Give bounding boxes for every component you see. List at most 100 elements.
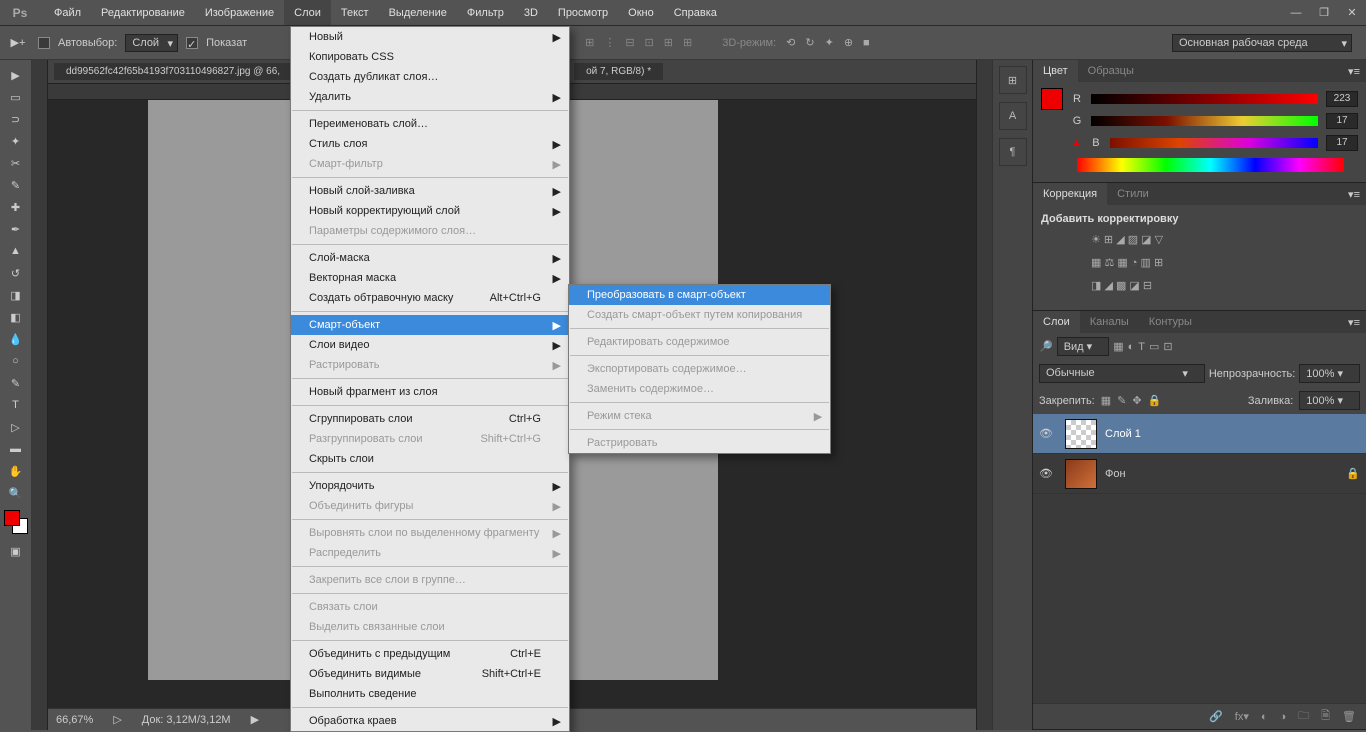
delete-icon[interactable]: 🗑 [1342, 710, 1356, 723]
color-tab[interactable]: Цвет [1033, 60, 1078, 82]
panel-menu-icon[interactable]: ▾≡ [1342, 316, 1366, 329]
menu-item[interactable]: Обработка краев▶ [291, 711, 569, 731]
menu-item[interactable]: Скрыть слои [291, 449, 569, 469]
show-checkbox[interactable]: ✓ [186, 37, 198, 49]
move-tool[interactable]: ▶ [2, 64, 30, 86]
layer-row[interactable]: 👁 Фон 🔒 [1033, 454, 1366, 494]
menu-item[interactable]: Сгруппировать слоиCtrl+G [291, 409, 569, 429]
menu-window[interactable]: Окно [618, 0, 664, 25]
hue-strip[interactable] [1077, 158, 1344, 172]
lock-trans-icon[interactable]: ▦ [1101, 394, 1111, 407]
menu-item[interactable]: Переименовать слой… [291, 114, 569, 134]
document-tab[interactable]: dd99562fc42f65b4193f703110496827.jpg @ 6… [54, 63, 292, 80]
menu-item[interactable]: Новый фрагмент из слоя [291, 382, 569, 402]
history-brush-tool[interactable]: ↺ [2, 262, 30, 284]
new-layer-icon[interactable]: 🗎 [1321, 707, 1330, 726]
maximize-button[interactable]: ❐ [1310, 0, 1338, 25]
para-icon[interactable]: ¶ [999, 138, 1027, 166]
eraser-tool[interactable]: ◨ [2, 284, 30, 306]
b-value[interactable]: 17 [1326, 135, 1358, 151]
adjust-row1[interactable]: ☀ ⊞ ◢ ▨ ◪ ▽ [1041, 233, 1358, 246]
menu-help[interactable]: Справка [664, 0, 727, 25]
autoselect-checkbox[interactable] [38, 37, 50, 49]
adjust-layer-icon[interactable]: ◑ [1280, 711, 1287, 723]
gradient-tool[interactable]: ◧ [2, 306, 30, 328]
fill-value[interactable]: 100% ▾ [1299, 391, 1360, 410]
menu-item[interactable]: Новый слой-заливка▶ [291, 181, 569, 201]
lock-pos-icon[interactable]: ✥ [1132, 394, 1141, 407]
filter-smart-icon[interactable]: ⊡ [1163, 340, 1172, 353]
g-slider[interactable] [1091, 116, 1318, 126]
menu-view[interactable]: Просмотр [548, 0, 618, 25]
visibility-icon[interactable]: 👁 [1039, 467, 1057, 480]
layer-name[interactable]: Фон [1105, 468, 1126, 480]
styles-tab[interactable]: Стили [1107, 183, 1159, 205]
lock-all-icon[interactable]: 🔒 [1148, 394, 1162, 407]
filter-shape-icon[interactable]: ▭ [1149, 340, 1159, 353]
menu-item[interactable]: Стиль слоя▶ [291, 134, 569, 154]
layer-filter[interactable]: Вид ▾ [1057, 337, 1109, 356]
paths-tab[interactable]: Контуры [1139, 311, 1202, 333]
menu-text[interactable]: Текст [331, 0, 379, 25]
mask-icon[interactable]: ◐ [1261, 711, 1268, 723]
scrollbar-v[interactable] [976, 60, 992, 730]
dodge-tool[interactable]: ○ [2, 350, 30, 372]
minimize-button[interactable]: — [1282, 0, 1310, 25]
menu-3d[interactable]: 3D [514, 0, 548, 25]
panel-menu-icon[interactable]: ▾≡ [1342, 188, 1366, 201]
menu-item[interactable]: Слой-маска▶ [291, 248, 569, 268]
menu-item[interactable]: Смарт-объект▶ [291, 315, 569, 335]
group-icon[interactable]: 🗀 [1298, 707, 1309, 726]
zoom-tool[interactable]: 🔍 [2, 482, 30, 504]
menu-item[interactable]: Удалить▶ [291, 87, 569, 107]
filter-adjust-icon[interactable]: ◐ [1128, 341, 1135, 353]
link-icon[interactable]: 🔗 [1209, 710, 1223, 723]
workspace-select[interactable]: Основная рабочая среда ▾ [1172, 34, 1352, 52]
close-button[interactable]: ✕ [1338, 0, 1366, 25]
menu-select[interactable]: Выделение [379, 0, 457, 25]
menu-item[interactable]: Выполнить сведение [291, 684, 569, 704]
type-tool[interactable]: T [2, 394, 30, 416]
menu-file[interactable]: Файл [44, 0, 91, 25]
menu-item[interactable]: Создать обтравочную маскуAlt+Ctrl+G [291, 288, 569, 308]
path-tool[interactable]: ▷ [2, 416, 30, 438]
menu-item[interactable]: Слои видео▶ [291, 335, 569, 355]
channels-tab[interactable]: Каналы [1080, 311, 1139, 333]
heal-tool[interactable]: ✚ [2, 196, 30, 218]
menu-item[interactable]: Преобразовать в смарт-объект [569, 285, 830, 305]
layer-thumbnail[interactable] [1065, 419, 1097, 449]
adjust-row3[interactable]: ◨ ◢ ▩ ◪ ⊟ [1041, 279, 1358, 292]
history-icon[interactable]: ⊞ [999, 66, 1027, 94]
lasso-tool[interactable]: ⊃ [2, 108, 30, 130]
color-preview[interactable] [1041, 88, 1063, 110]
menu-item[interactable]: Создать дубликат слоя… [291, 67, 569, 87]
layer-thumbnail[interactable] [1065, 459, 1097, 489]
adjust-row2[interactable]: ▦ ⚖ ▦ ◔ ▥ ⊞ [1041, 256, 1358, 269]
wand-tool[interactable]: ✦ [2, 130, 30, 152]
lock-pixel-icon[interactable]: ✎ [1117, 394, 1126, 407]
r-slider[interactable] [1091, 94, 1318, 104]
visibility-icon[interactable]: 👁 [1039, 427, 1057, 440]
autoselect-select[interactable]: Слой ▾ [125, 34, 178, 52]
fx-icon[interactable]: fx▾ [1235, 710, 1249, 723]
stamp-tool[interactable]: ▲ [2, 240, 30, 262]
adjustments-tab[interactable]: Коррекция [1033, 183, 1107, 205]
b-slider[interactable] [1110, 138, 1318, 148]
panel-menu-icon[interactable]: ▾≡ [1342, 65, 1366, 78]
brush-tool[interactable]: ✒ [2, 218, 30, 240]
layer-row[interactable]: 👁 Слой 1 [1033, 414, 1366, 454]
marquee-tool[interactable]: ▭ [2, 86, 30, 108]
pen-tool[interactable]: ✎ [2, 372, 30, 394]
menu-item[interactable]: Новый корректирующий слой▶ [291, 201, 569, 221]
menu-item[interactable]: Объединить с предыдущимCtrl+E [291, 644, 569, 664]
quickmask-tool[interactable]: ▣ [2, 540, 30, 562]
menu-image[interactable]: Изображение [195, 0, 284, 25]
blur-tool[interactable]: 💧 [2, 328, 30, 350]
filter-type-icon[interactable]: T [1138, 341, 1145, 353]
hand-tool[interactable]: ✋ [2, 460, 30, 482]
filter-pixel-icon[interactable]: ▦ [1113, 340, 1123, 353]
menu-item[interactable]: Упорядочить▶ [291, 476, 569, 496]
menu-item[interactable]: Векторная маска▶ [291, 268, 569, 288]
eyedropper-tool[interactable]: ✎ [2, 174, 30, 196]
zoom-level[interactable]: 66,67% [56, 714, 93, 726]
